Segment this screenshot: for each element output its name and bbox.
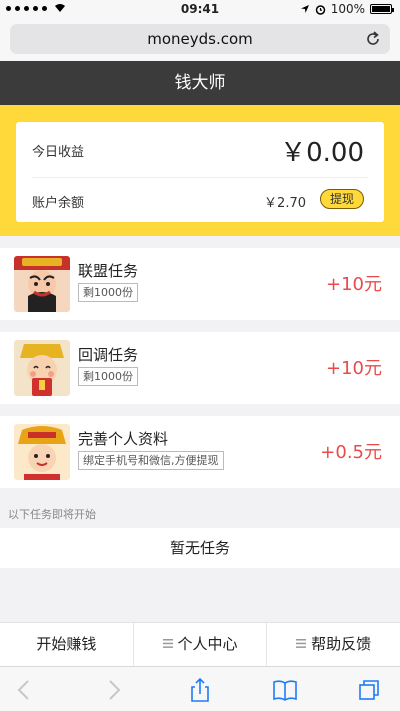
- task-name: 联盟任务: [78, 262, 139, 280]
- nav-help-feedback[interactable]: 帮助反馈: [267, 623, 400, 666]
- today-earnings-value: ￥0.00: [280, 138, 364, 168]
- task-remaining-badge: 绑定手机号和微信,方便提现: [78, 451, 224, 470]
- task-reward: +10元: [326, 274, 382, 295]
- page-title: 钱大师: [0, 61, 400, 105]
- url-field[interactable]: moneyds.com: [10, 24, 390, 54]
- task-remaining-badge: 剩1000份: [78, 283, 138, 302]
- task-reward: +10元: [326, 358, 382, 379]
- withdraw-button[interactable]: 提现: [320, 189, 364, 209]
- task-item-callback[interactable]: 回调任务 剩1000份 +10元: [0, 332, 400, 404]
- task-remaining-badge: 剩1000份: [78, 367, 138, 386]
- upcoming-tasks-label: 以下任务即将开始: [8, 508, 96, 521]
- back-icon[interactable]: [12, 677, 38, 703]
- no-tasks-message: 暂无任务: [0, 528, 400, 568]
- location-icon: [300, 5, 309, 13]
- menu-icon: [162, 639, 173, 648]
- task-name: 完善个人资料: [78, 430, 169, 448]
- god-of-wealth-icon: [14, 424, 70, 480]
- task-item-complete-profile[interactable]: 完善个人资料 绑定手机号和微信,方便提现 +0.5元: [0, 416, 400, 488]
- earnings-panel: 今日收益 ￥0.00 账户余额 ￥2.70 提现: [0, 105, 400, 236]
- bookmarks-icon[interactable]: [272, 677, 298, 703]
- share-icon[interactable]: [187, 677, 213, 703]
- nav-profile[interactable]: 个人中心: [134, 623, 268, 666]
- tabs-icon[interactable]: [356, 677, 382, 703]
- browser-toolbar: [0, 666, 400, 711]
- bottom-nav: 开始赚钱 个人中心 帮助反馈: [0, 622, 400, 666]
- task-item-alliance[interactable]: 联盟任务 剩1000份 +10元: [0, 248, 400, 320]
- url-text: moneyds.com: [147, 30, 253, 48]
- god-of-wealth-icon: [14, 256, 70, 312]
- nav-start-earning[interactable]: 开始赚钱: [0, 623, 134, 666]
- task-name: 回调任务: [78, 346, 139, 364]
- balance-label: 账户余额: [32, 196, 85, 211]
- battery-icon: [370, 4, 394, 14]
- balance-value: ￥2.70: [264, 196, 306, 211]
- earnings-card: 今日收益 ￥0.00 账户余额 ￥2.70 提现: [16, 122, 384, 222]
- reload-icon[interactable]: [364, 30, 382, 48]
- status-bar: 09:41 100%: [0, 0, 400, 20]
- today-earnings-row: 今日收益 ￥0.00: [32, 122, 368, 178]
- task-reward: +0.5元: [320, 442, 382, 463]
- battery-percent: 100%: [330, 2, 365, 16]
- today-earnings-label: 今日收益: [32, 145, 85, 160]
- alarm-icon: [315, 4, 325, 15]
- nav-label: 帮助反馈: [311, 635, 372, 653]
- balance-row: 账户余额 ￥2.70 提现: [32, 178, 368, 222]
- nav-label: 个人中心: [177, 635, 238, 653]
- nav-label: 开始赚钱: [36, 635, 97, 653]
- forward-icon[interactable]: [100, 677, 126, 703]
- browser-address-bar: moneyds.com: [0, 20, 400, 60]
- menu-icon: [296, 639, 307, 648]
- god-of-wealth-icon: [14, 340, 70, 396]
